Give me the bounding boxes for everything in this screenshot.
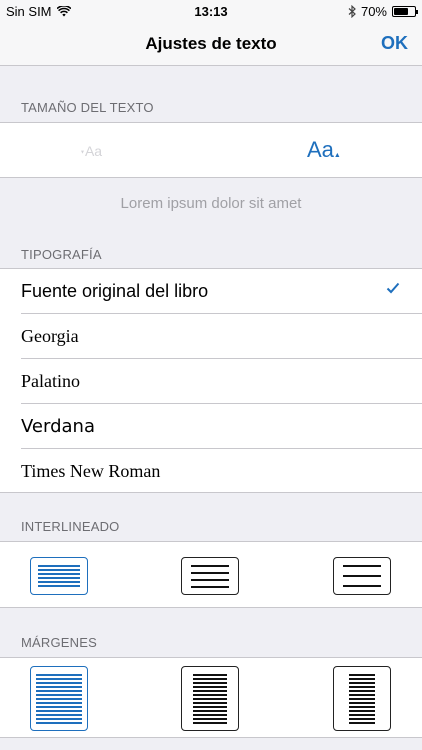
preview-text: Lorem ipsum dolor sit amet	[120, 195, 302, 212]
font-list: Fuente original del libro Georgia Palati…	[0, 268, 422, 493]
icon-line	[193, 697, 227, 700]
battery-fill	[394, 8, 408, 15]
status-right: 70%	[348, 4, 418, 19]
icon-line	[193, 713, 227, 716]
line-spacing-normal-button[interactable]	[181, 557, 239, 595]
font-option-original[interactable]: Fuente original del libro	[0, 269, 422, 314]
margins-wide-button[interactable]	[333, 666, 391, 731]
margins-medium-button[interactable]	[181, 666, 239, 731]
icon-line	[343, 575, 381, 577]
icon-line	[36, 701, 82, 704]
line-spacing-wide-icon	[343, 565, 381, 567]
icon-line	[349, 677, 375, 680]
margins-narrow-icon	[36, 673, 82, 676]
icon-line	[349, 693, 375, 696]
font-option-label: Georgia	[21, 326, 79, 346]
text-size-header: TAMAÑO DEL TEXTO	[21, 100, 154, 115]
font-option-label: Palatino	[21, 371, 80, 391]
icon-line	[193, 709, 227, 712]
icon-line	[38, 573, 80, 575]
font-option-palatino[interactable]: Palatino	[0, 359, 422, 404]
icon-line	[36, 709, 82, 712]
icon-line	[38, 585, 80, 587]
increase-text-size-button[interactable]: Aa▲	[307, 137, 341, 163]
icon-line	[36, 681, 82, 684]
icon-line	[191, 585, 229, 588]
margins-narrow-button[interactable]	[30, 666, 88, 731]
icon-line	[38, 581, 80, 583]
decrease-text-size-button[interactable]: ▼Aa	[80, 143, 102, 159]
icon-line	[36, 717, 82, 720]
line-spacing-control	[0, 541, 422, 608]
icon-line	[193, 689, 227, 692]
increase-triangle-icon: ▲	[333, 152, 341, 159]
icon-line	[36, 685, 82, 688]
increase-label: Aa	[307, 137, 334, 162]
icon-line	[193, 677, 227, 680]
icon-line	[193, 701, 227, 704]
icon-line	[193, 721, 227, 724]
text-size-control: ▼Aa Aa▲	[0, 122, 422, 178]
icon-line	[191, 578, 229, 581]
icon-line	[193, 693, 227, 696]
page-title: Ajustes de texto	[145, 34, 277, 53]
font-option-label: Verdana	[21, 416, 95, 437]
icon-line	[193, 681, 227, 684]
bluetooth-icon	[348, 5, 356, 18]
icon-line	[349, 713, 375, 716]
battery-percent: 70%	[360, 4, 387, 19]
icon-line	[349, 697, 375, 700]
icon-line	[349, 685, 375, 688]
icon-line	[38, 577, 80, 579]
icon-line	[38, 569, 80, 571]
icon-line	[36, 705, 82, 708]
icon-line	[36, 721, 82, 724]
icon-line	[349, 709, 375, 712]
battery-icon	[392, 6, 418, 17]
status-bar: Sin SIM 13:13 70%	[0, 0, 422, 22]
margins-medium-icon	[193, 673, 227, 676]
ok-button[interactable]: OK	[381, 33, 408, 54]
font-option-georgia[interactable]: Georgia	[0, 314, 422, 359]
margins-header: MÁRGENES	[21, 635, 98, 650]
font-option-label: Fuente original del libro	[21, 281, 209, 301]
margins-wide-icon	[349, 673, 375, 676]
icon-line	[349, 717, 375, 720]
icon-line	[193, 685, 227, 688]
line-spacing-header: INTERLINEADO	[21, 519, 120, 534]
font-option-times-new-roman[interactable]: Times New Roman	[0, 449, 422, 494]
icon-line	[193, 705, 227, 708]
line-spacing-compact-icon	[38, 565, 80, 567]
icon-line	[36, 713, 82, 716]
icon-line	[36, 689, 82, 692]
line-spacing-compact-button[interactable]	[30, 557, 88, 595]
decrease-label: Aa	[84, 143, 103, 159]
icon-line	[36, 693, 82, 696]
margins-control	[0, 657, 422, 738]
checkmark-icon	[386, 282, 400, 294]
nav-bar: Ajustes de texto OK	[0, 22, 422, 66]
icon-line	[349, 681, 375, 684]
icon-line	[343, 585, 381, 587]
icon-line	[36, 697, 82, 700]
line-spacing-wide-button[interactable]	[333, 557, 391, 595]
icon-line	[191, 571, 229, 574]
icon-line	[349, 701, 375, 704]
icon-line	[349, 689, 375, 692]
icon-line	[193, 717, 227, 720]
typography-header: TIPOGRAFÍA	[21, 247, 102, 262]
font-option-verdana[interactable]: Verdana	[0, 404, 422, 449]
icon-line	[349, 705, 375, 708]
icon-line	[349, 721, 375, 724]
icon-line	[36, 677, 82, 680]
line-spacing-normal-icon	[191, 564, 229, 567]
font-option-label: Times New Roman	[21, 461, 161, 481]
